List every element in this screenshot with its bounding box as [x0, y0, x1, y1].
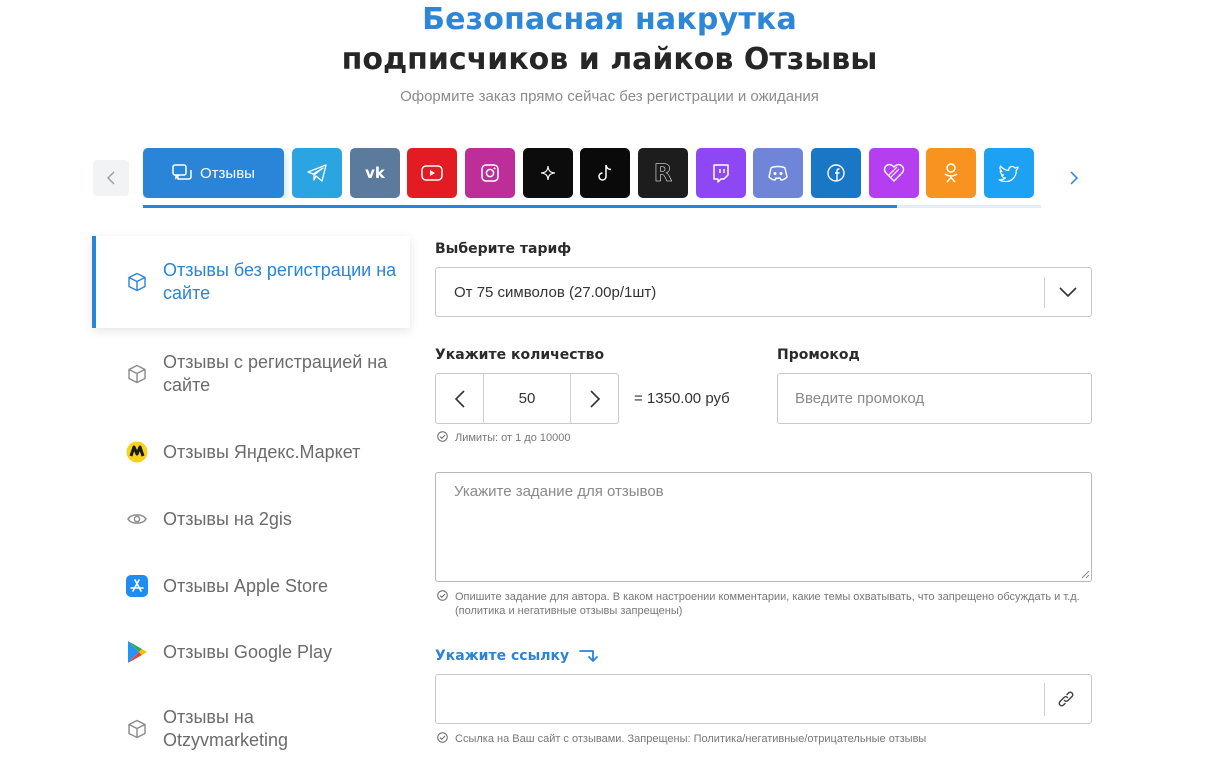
sidebar-item-label: Отзывы Apple Store — [163, 575, 328, 596]
platform-reviews-button[interactable]: Отзывы — [143, 148, 284, 198]
sidebar-item-label: Отзывы Яндекс.Маркет — [163, 441, 361, 462]
tariff-select[interactable]: От 75 символов (27.00р/1шт) — [435, 267, 1092, 317]
platform-telegram-button[interactable] — [292, 148, 342, 198]
tariff-label: Выберите тариф — [435, 241, 572, 257]
platform-tiktok-button[interactable] — [580, 148, 630, 198]
platform-scroll-thumb[interactable] — [143, 205, 898, 208]
platform-reviews-label: Отзывы — [200, 164, 255, 182]
arrow-down-right-icon — [579, 650, 599, 662]
sidebar-item-label: Отзывы без регистрации на сайте — [163, 260, 397, 303]
platform-ai-button[interactable] — [523, 148, 573, 198]
link-field — [435, 674, 1092, 724]
box-icon — [126, 271, 148, 293]
sidebar-item-yandex-market[interactable]: Отзывы Яндекс.Маркет — [92, 438, 410, 466]
quantity-stepper — [435, 373, 619, 424]
platform-instagram-button[interactable] — [465, 148, 515, 198]
twitch-icon — [713, 164, 729, 183]
promo-label: Промокод — [777, 347, 860, 363]
google-play-icon — [126, 641, 148, 663]
quantity-increase-button[interactable] — [570, 374, 618, 423]
sidebar-item-google-play[interactable]: Отзывы Google Play — [92, 638, 410, 666]
sparkle-icon — [540, 165, 556, 181]
task-hint-text: Опишите задание для автора. В каком наст… — [455, 591, 1080, 617]
sidebar-item-otzyvmarketing[interactable]: Отзывы на Otzyvmarketing — [92, 706, 410, 752]
sidebar-item-label: Отзывы на Otzyvmarketing — [163, 707, 289, 750]
page-subtitle: Оформите заказ прямо сейчас без регистра… — [400, 88, 819, 105]
platform-likee-button[interactable] — [869, 148, 919, 198]
platforms-prev-button[interactable] — [93, 160, 129, 196]
vk-icon: vk — [365, 164, 385, 182]
platform-facebook-button[interactable] — [811, 148, 861, 198]
check-circle-icon — [437, 732, 448, 743]
platform-rutube-button[interactable]: R — [638, 148, 688, 198]
link-hint: Ссылка на Ваш сайт с отзывами. Запрещены… — [437, 732, 1092, 746]
reviews-icon — [172, 164, 192, 180]
box-icon — [126, 718, 148, 740]
promo-input[interactable] — [777, 373, 1092, 424]
platform-scroll-track[interactable] — [143, 205, 1041, 208]
total-price: = 1350.00 руб — [634, 390, 730, 407]
sidebar-item-2gis[interactable]: Отзывы на 2gis — [92, 505, 410, 533]
rutube-icon: R — [653, 159, 673, 188]
facebook-icon — [827, 164, 845, 182]
chevron-left-icon — [106, 171, 115, 185]
link-input[interactable] — [436, 675, 1044, 723]
quantity-input[interactable] — [484, 374, 570, 423]
link-divider — [1044, 683, 1045, 716]
platform-vk-button[interactable]: vk — [350, 148, 400, 198]
quantity-label: Укажите количество — [435, 347, 605, 363]
quantity-decrease-button[interactable] — [436, 374, 484, 423]
link-hint-text: Ссылка на Ваш сайт с отзывами. Запрещены… — [455, 733, 927, 745]
check-circle-icon — [437, 590, 448, 601]
sidebar-item-label: Отзывы на 2gis — [163, 508, 292, 529]
sidebar-item-reviews-no-registration[interactable]: Отзывы без регистрации на сайте — [92, 236, 410, 328]
app-store-icon — [126, 575, 148, 597]
page-title: подписчиков и лайков Отзывы — [341, 42, 878, 77]
check-circle-icon — [437, 431, 448, 442]
chevron-down-icon — [1057, 281, 1079, 308]
youtube-icon — [421, 165, 443, 181]
instagram-icon — [481, 164, 499, 182]
sidebar-item-label: Отзывы Google Play — [163, 641, 332, 662]
box-icon — [126, 363, 148, 385]
chevron-right-icon — [589, 389, 600, 408]
link-label: Укажите ссылку — [435, 648, 599, 664]
select-divider — [1044, 277, 1045, 308]
task-textarea[interactable] — [435, 472, 1092, 582]
platform-twitch-button[interactable] — [696, 148, 746, 198]
discord-icon — [768, 165, 788, 181]
telegram-icon — [307, 164, 327, 182]
task-hint: Опишите задание для автора. В каком наст… — [437, 590, 1092, 618]
limits-hint-text: Лимиты: от 1 до 10000 — [455, 432, 571, 444]
link-label-text: Укажите ссылку — [435, 648, 570, 664]
page-title-accent: Безопасная накрутка — [422, 2, 797, 37]
resize-grip-icon[interactable] — [1080, 569, 1090, 579]
tiktok-icon — [598, 164, 612, 181]
link-icon[interactable] — [1055, 688, 1077, 715]
platform-odnoklassniki-button[interactable] — [926, 148, 976, 198]
chevron-right-icon — [1070, 171, 1079, 185]
yandex-market-icon — [126, 441, 148, 463]
likee-icon — [883, 163, 905, 182]
sidebar-item-apple-store[interactable]: Отзывы Apple Store — [92, 572, 410, 600]
platform-youtube-button[interactable] — [407, 148, 457, 198]
limits-hint: Лимиты: от 1 до 10000 — [437, 431, 637, 445]
platform-discord-button[interactable] — [753, 148, 803, 198]
eye-icon — [126, 508, 148, 530]
tariff-select-value: От 75 символов (27.00р/1шт) — [454, 284, 657, 301]
platform-twitter-button[interactable] — [984, 148, 1034, 198]
chevron-left-icon — [454, 389, 465, 408]
sidebar-item-label: Отзывы с регистрацией на сайте — [163, 352, 388, 395]
sidebar-item-reviews-with-registration[interactable]: Отзывы с регистрацией на сайте — [92, 351, 410, 397]
platforms-next-button[interactable] — [1056, 160, 1092, 196]
twitter-icon — [998, 165, 1019, 182]
platform-strip: Отзывы vk R — [143, 148, 1041, 198]
odnoklassniki-icon — [944, 163, 958, 183]
